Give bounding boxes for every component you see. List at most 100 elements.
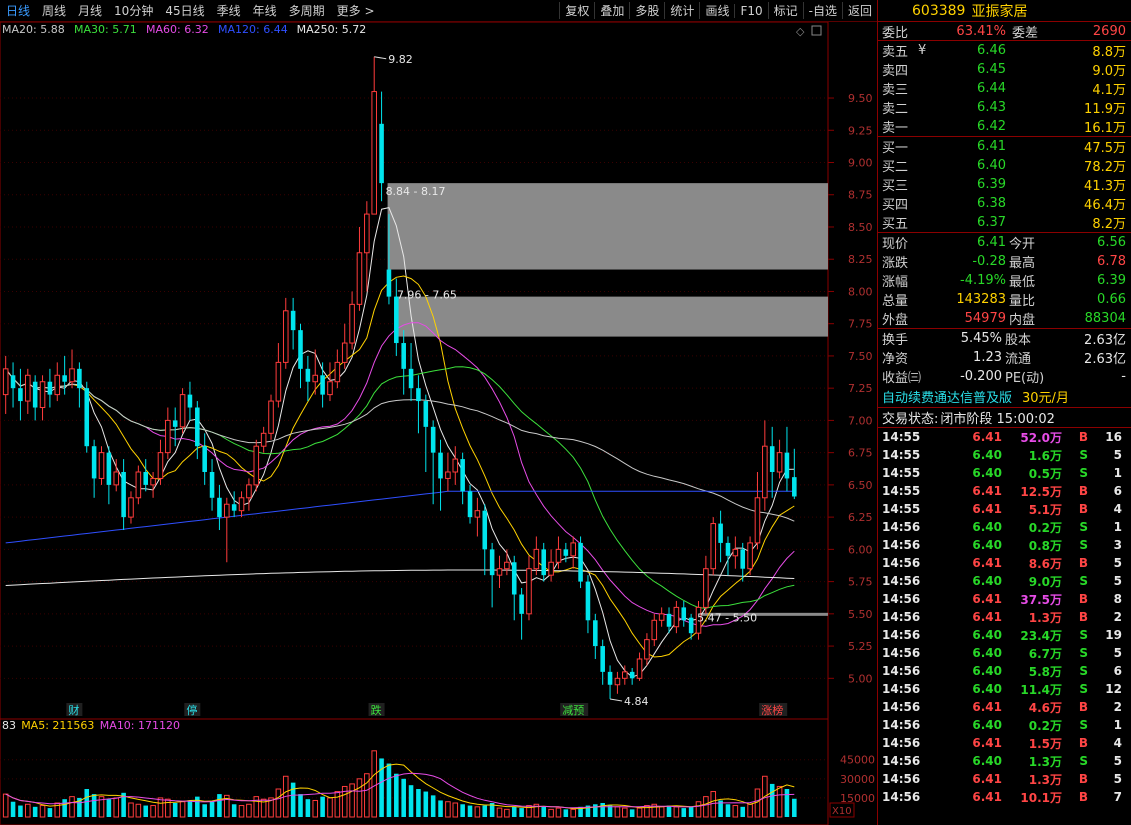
candle-body[interactable] (195, 407, 200, 447)
candle-body[interactable] (445, 471, 451, 479)
candle-body[interactable] (341, 342, 348, 363)
candle-body[interactable] (563, 549, 569, 556)
candle-body[interactable] (438, 452, 443, 479)
ask-level-row[interactable]: 卖五 ¥6.46 8.8万 (878, 41, 1131, 60)
candle-body[interactable] (629, 671, 635, 679)
tick-row[interactable]: 14:56 6.40 5.8万 S 6 (878, 662, 1131, 680)
candle-body[interactable] (519, 594, 524, 614)
candle-body[interactable] (320, 375, 325, 395)
tick-row[interactable]: 14:55 6.41 12.5万 B 6 (878, 482, 1131, 500)
tool-button-3[interactable]: 统计 (664, 2, 699, 19)
candle-body[interactable] (474, 510, 481, 518)
candle-body[interactable] (408, 368, 414, 389)
tick-row[interactable]: 14:56 6.40 1.3万 S 5 (878, 752, 1131, 770)
candle-body[interactable] (570, 542, 576, 557)
bid-level-row[interactable]: 买三 6.39 41.3万 (878, 175, 1131, 194)
period-tab-0[interactable]: 日线 (0, 2, 36, 19)
candle-body[interactable] (62, 375, 67, 382)
candle-body[interactable] (607, 671, 613, 685)
tool-button-0[interactable]: 复权 (559, 2, 594, 19)
candle-body[interactable] (157, 452, 164, 479)
candle-body[interactable] (217, 497, 222, 518)
candle-body[interactable] (673, 606, 680, 628)
candle-body[interactable] (202, 446, 207, 472)
candle-body[interactable] (209, 471, 215, 498)
candle-body[interactable] (172, 420, 178, 427)
candle-body[interactable] (732, 548, 739, 557)
candle-body[interactable] (135, 471, 142, 499)
candle-body[interactable] (305, 368, 311, 382)
candle-body[interactable] (725, 542, 731, 556)
candle-body[interactable] (504, 561, 510, 570)
candle-body[interactable] (394, 296, 399, 344)
tick-row[interactable]: 14:55 6.40 1.6万 S 5 (878, 446, 1131, 464)
candle-body[interactable] (416, 388, 421, 402)
candle-body[interactable] (18, 388, 23, 402)
candle-body[interactable] (710, 523, 717, 570)
candle-body[interactable] (356, 252, 363, 305)
candle-body[interactable] (364, 213, 370, 254)
tick-row[interactable]: 14:55 6.41 52.0万 B 16 (878, 428, 1131, 446)
tick-row[interactable]: 14:56 6.40 0.8万 S 3 (878, 536, 1131, 554)
candle-body[interactable] (69, 368, 75, 383)
candle-body[interactable] (622, 671, 628, 679)
candle-body[interactable] (2, 368, 9, 396)
candle-body[interactable] (452, 458, 459, 473)
candle-body[interactable] (585, 581, 591, 621)
bid-level-row[interactable]: 买五 6.37 8.2万 (878, 213, 1131, 232)
bid-level-row[interactable]: 买四 6.38 46.4万 (878, 194, 1131, 213)
candle-body[interactable] (275, 361, 282, 402)
candle-body[interactable] (578, 542, 583, 582)
tick-row[interactable]: 14:55 6.41 5.1万 B 4 (878, 500, 1131, 518)
candle-body[interactable] (651, 619, 658, 641)
bid-level-row[interactable]: 买一 6.41 47.5万 (878, 137, 1131, 156)
candle-body[interactable] (268, 400, 274, 434)
candle-body[interactable] (238, 497, 245, 512)
period-tab-6[interactable]: 年线 (247, 2, 283, 19)
candle-body[interactable] (113, 471, 120, 486)
candle-body[interactable] (430, 426, 436, 453)
candle-body[interactable] (511, 562, 517, 595)
candle-body[interactable] (762, 445, 768, 499)
tick-row[interactable]: 14:56 6.40 6.7万 S 5 (878, 644, 1131, 662)
candle-body[interactable] (496, 568, 503, 576)
candle-body[interactable] (776, 452, 783, 473)
candle-body[interactable] (231, 504, 237, 511)
candle-body[interactable] (98, 452, 105, 479)
candle-body[interactable] (84, 388, 90, 447)
tick-row[interactable]: 14:56 6.40 9.0万 S 5 (878, 572, 1131, 590)
candle-body[interactable] (298, 330, 303, 369)
candle-body[interactable] (379, 123, 384, 184)
tick-row[interactable]: 14:56 6.41 4.6万 B 2 (878, 698, 1131, 716)
candle-body[interactable] (467, 491, 473, 518)
candle-body[interactable] (312, 374, 319, 383)
candle-body[interactable] (334, 361, 341, 383)
tick-row[interactable]: 14:56 6.41 1.3万 B 2 (878, 608, 1131, 626)
candle-body[interactable] (740, 549, 746, 569)
candle-body[interactable] (54, 374, 61, 396)
tool-button-2[interactable]: 多股 (629, 2, 664, 19)
candle-body[interactable] (47, 381, 53, 395)
candle-body[interactable] (703, 568, 709, 608)
candle-body[interactable] (489, 549, 495, 576)
tick-row[interactable]: 14:56 6.41 37.5万 B 8 (878, 590, 1131, 608)
tool-button-6[interactable]: 标记 (767, 2, 803, 19)
candle-body[interactable] (401, 343, 406, 369)
tick-row[interactable]: 14:56 6.40 0.2万 S 1 (878, 518, 1131, 536)
candle-body[interactable] (290, 310, 296, 331)
kline-chart[interactable]: 9.50 9.25 9.00 8.75 8.50 8.25 8.00 7.75 7.50 7.25… (0, 22, 877, 825)
candle-body[interactable] (187, 394, 193, 408)
panel-toggle-icon[interactable] (811, 25, 822, 36)
candle-body[interactable] (636, 658, 643, 679)
candle-body[interactable] (769, 446, 775, 472)
candle-body[interactable] (260, 432, 267, 447)
period-tab-7[interactable]: 多周期 (283, 2, 331, 19)
period-tab-5[interactable]: 季线 (211, 2, 247, 19)
candle-body[interactable] (246, 484, 252, 499)
candle-body[interactable] (423, 401, 429, 427)
chart-canvas[interactable]: 9.50 9.25 9.00 8.75 8.50 8.25 8.00 7.75 7.50 7.25… (0, 22, 877, 825)
candle-body[interactable] (666, 613, 672, 627)
candle-body[interactable] (681, 607, 687, 621)
period-tab-3[interactable]: 10分钟 (108, 2, 159, 19)
candle-body[interactable] (349, 303, 355, 344)
